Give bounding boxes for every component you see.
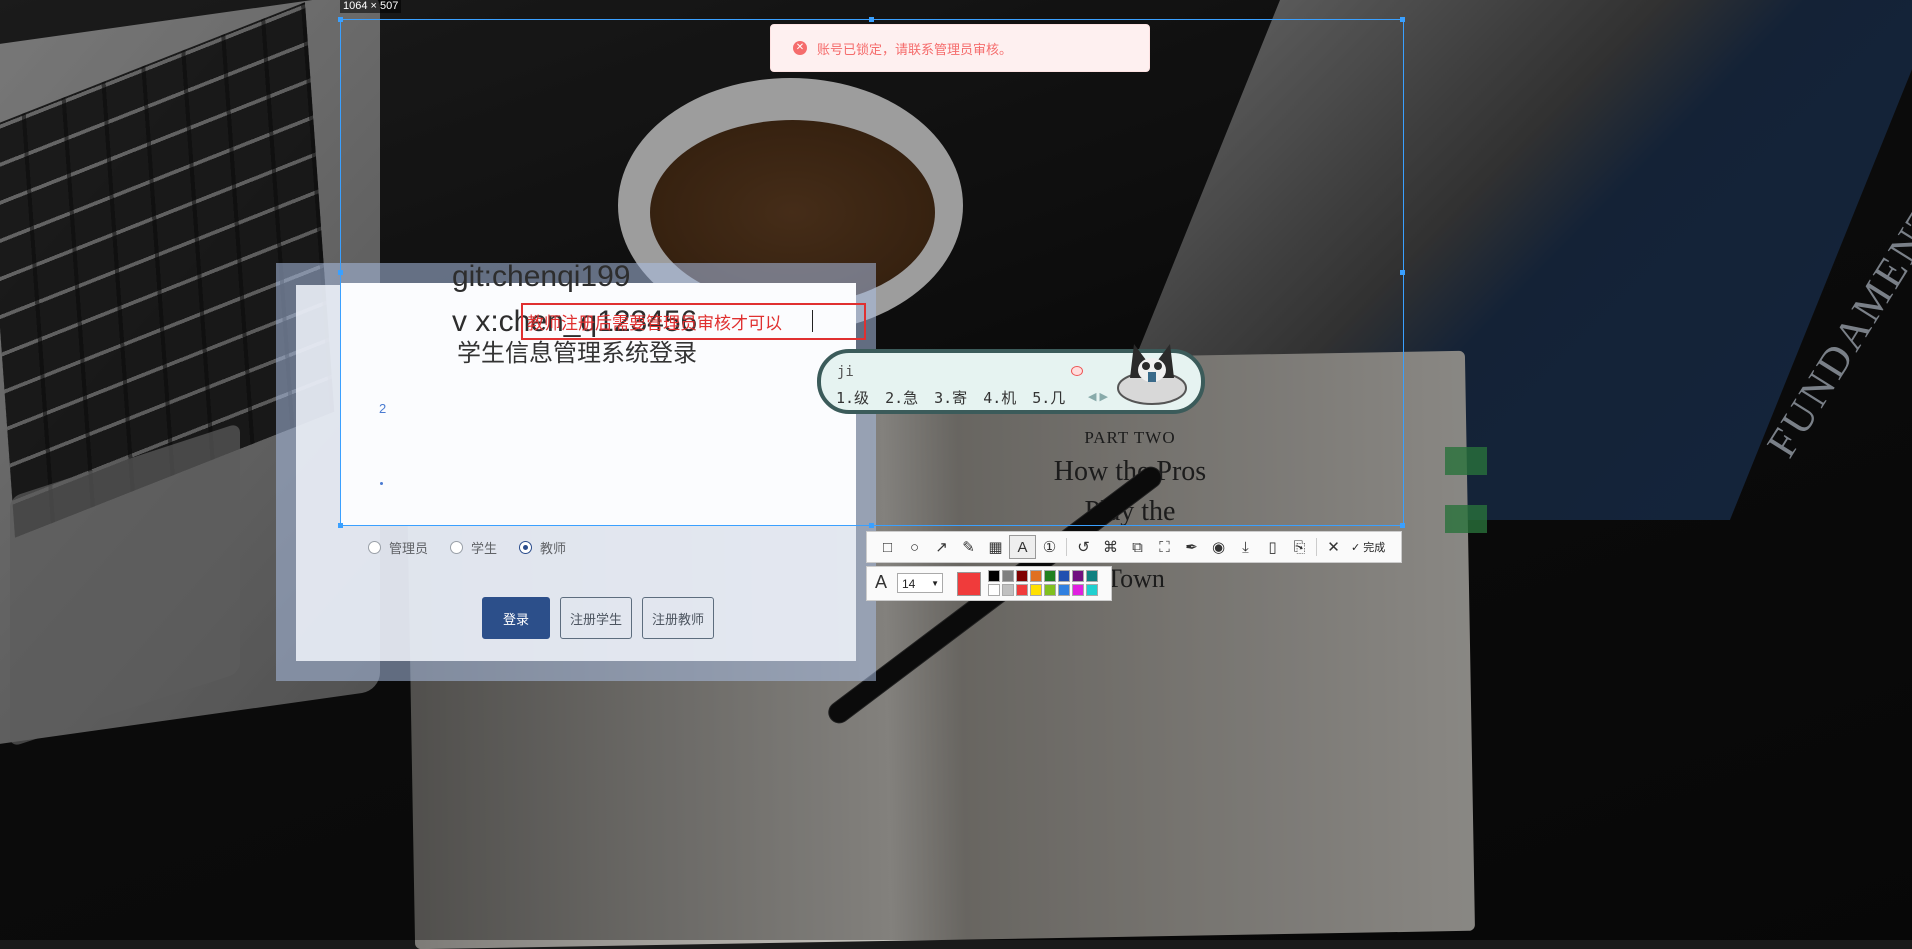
color-swatch[interactable] (1058, 584, 1070, 596)
ime-candidate[interactable]: 4.机 (983, 387, 1016, 408)
ime-page-arrows-icon[interactable]: ◀ ▶ (1088, 390, 1108, 403)
color-swatch[interactable] (1044, 584, 1056, 596)
number-tool-icon[interactable]: ① (1036, 535, 1063, 559)
toast-message: 账号已锁定，请联系管理员审核。 (817, 41, 1013, 57)
rectangle-tool-icon[interactable]: □ (874, 535, 901, 559)
register-teacher-button[interactable]: 注册教师 (642, 597, 715, 639)
font-size-select[interactable]: 14 (897, 573, 943, 594)
color-swatch[interactable] (1072, 584, 1084, 596)
resize-handle[interactable] (869, 523, 874, 528)
phone-icon[interactable]: ▯ (1259, 535, 1286, 559)
register-student-button[interactable]: 注册学生 (560, 597, 633, 639)
pen-tool-icon[interactable]: ✎ (955, 535, 982, 559)
role-option-teacher[interactable]: 教师 (519, 538, 566, 557)
radio-button[interactable] (368, 541, 381, 554)
ime-candidate[interactable]: 3.寄 (934, 387, 967, 408)
font-size-icon: A (875, 572, 888, 592)
resize-handle[interactable] (1400, 17, 1405, 22)
pin-icon[interactable]: ✒ (1178, 535, 1205, 559)
arrow-tool-icon[interactable]: ↗ (928, 535, 955, 559)
color-swatch[interactable] (1016, 584, 1028, 596)
color-swatch[interactable] (1030, 584, 1042, 596)
login-button[interactable]: 登录 (482, 597, 551, 639)
check-icon: ✓ (1351, 541, 1361, 554)
color-swatch[interactable] (1086, 584, 1098, 596)
screenshot-selection-frame[interactable] (340, 19, 1404, 526)
toolbar-divider (1316, 538, 1317, 556)
color-swatch[interactable] (1002, 584, 1014, 596)
toolbar-divider (1066, 538, 1067, 556)
color-swatch[interactable] (1058, 570, 1070, 582)
radio-button[interactable] (519, 541, 533, 554)
color-swatch[interactable] (1002, 570, 1014, 582)
resize-handle[interactable] (869, 17, 874, 22)
color-swatch[interactable] (1030, 570, 1042, 582)
translate-icon[interactable]: ⧉ (1124, 535, 1151, 559)
radio-button[interactable] (450, 541, 464, 554)
role-label: 管理员 (389, 541, 429, 556)
ime-candidate-list: 1.级 2.急 3.寄 4.机 5.几 (836, 387, 1065, 408)
ime-candidate[interactable]: 1.级 (836, 387, 869, 408)
scan-icon[interactable]: ⛶ (1151, 535, 1178, 559)
resize-handle[interactable] (338, 523, 343, 528)
login-button-group: 登录 注册学生 注册教师 (482, 597, 715, 639)
ime-input-text: ji (837, 364, 854, 380)
ime-mascot-icon (1117, 344, 1187, 405)
ocr-icon[interactable]: ⌘ (1097, 535, 1124, 559)
color-swatch[interactable] (1016, 570, 1028, 582)
error-circle-icon: ✕ (793, 41, 807, 55)
role-label: 教师 (540, 541, 567, 556)
bookmark-icon[interactable]: ⎘ (1286, 535, 1313, 559)
resize-handle[interactable] (1400, 523, 1405, 528)
close-icon[interactable]: ✕ (1320, 535, 1347, 559)
text-tool-icon[interactable]: A (1009, 535, 1036, 559)
ime-eye-icon (1071, 366, 1083, 376)
ime-candidate[interactable]: 2.急 (885, 387, 918, 408)
ime-candidate[interactable]: 5.几 (1032, 387, 1065, 408)
done-label: 完成 (1363, 542, 1386, 554)
screenshot-toolbar: □ ○ ↗ ✎ ▦ A ① ↺ ⌘ ⧉ ⛶ ✒ ◉ ⤓ ▯ ⎘ ✕ ✓ 完成 (866, 531, 1402, 563)
done-button[interactable]: ✓ 完成 (1351, 539, 1385, 555)
color-swatch[interactable] (1086, 570, 1098, 582)
color-swatch[interactable] (1072, 570, 1084, 582)
role-option-student[interactable]: 学生 (450, 538, 497, 557)
resize-handle[interactable] (338, 17, 343, 22)
selection-size-label: 1064 × 507 (340, 0, 402, 13)
role-label: 学生 (471, 541, 498, 556)
save-icon[interactable]: ⤓ (1232, 535, 1259, 559)
ellipse-tool-icon[interactable]: ○ (901, 535, 928, 559)
role-option-admin[interactable]: 管理员 (368, 538, 428, 557)
record-icon[interactable]: ◉ (1205, 535, 1232, 559)
current-color-swatch[interactable] (957, 572, 981, 596)
color-swatch[interactable] (988, 570, 1000, 582)
resize-handle[interactable] (338, 270, 343, 275)
resize-handle[interactable] (1400, 270, 1405, 275)
role-radio-group: 管理员 学生 教师 (368, 538, 566, 557)
color-swatch[interactable] (988, 584, 1000, 596)
mosaic-tool-icon[interactable]: ▦ (982, 535, 1009, 559)
text-options-panel: A 14 (866, 566, 1112, 601)
color-palette (988, 570, 1098, 596)
color-swatch[interactable] (1044, 570, 1056, 582)
error-toast: ✕ 账号已锁定，请联系管理员审核。 (770, 24, 1150, 72)
undo-icon[interactable]: ↺ (1070, 535, 1097, 559)
